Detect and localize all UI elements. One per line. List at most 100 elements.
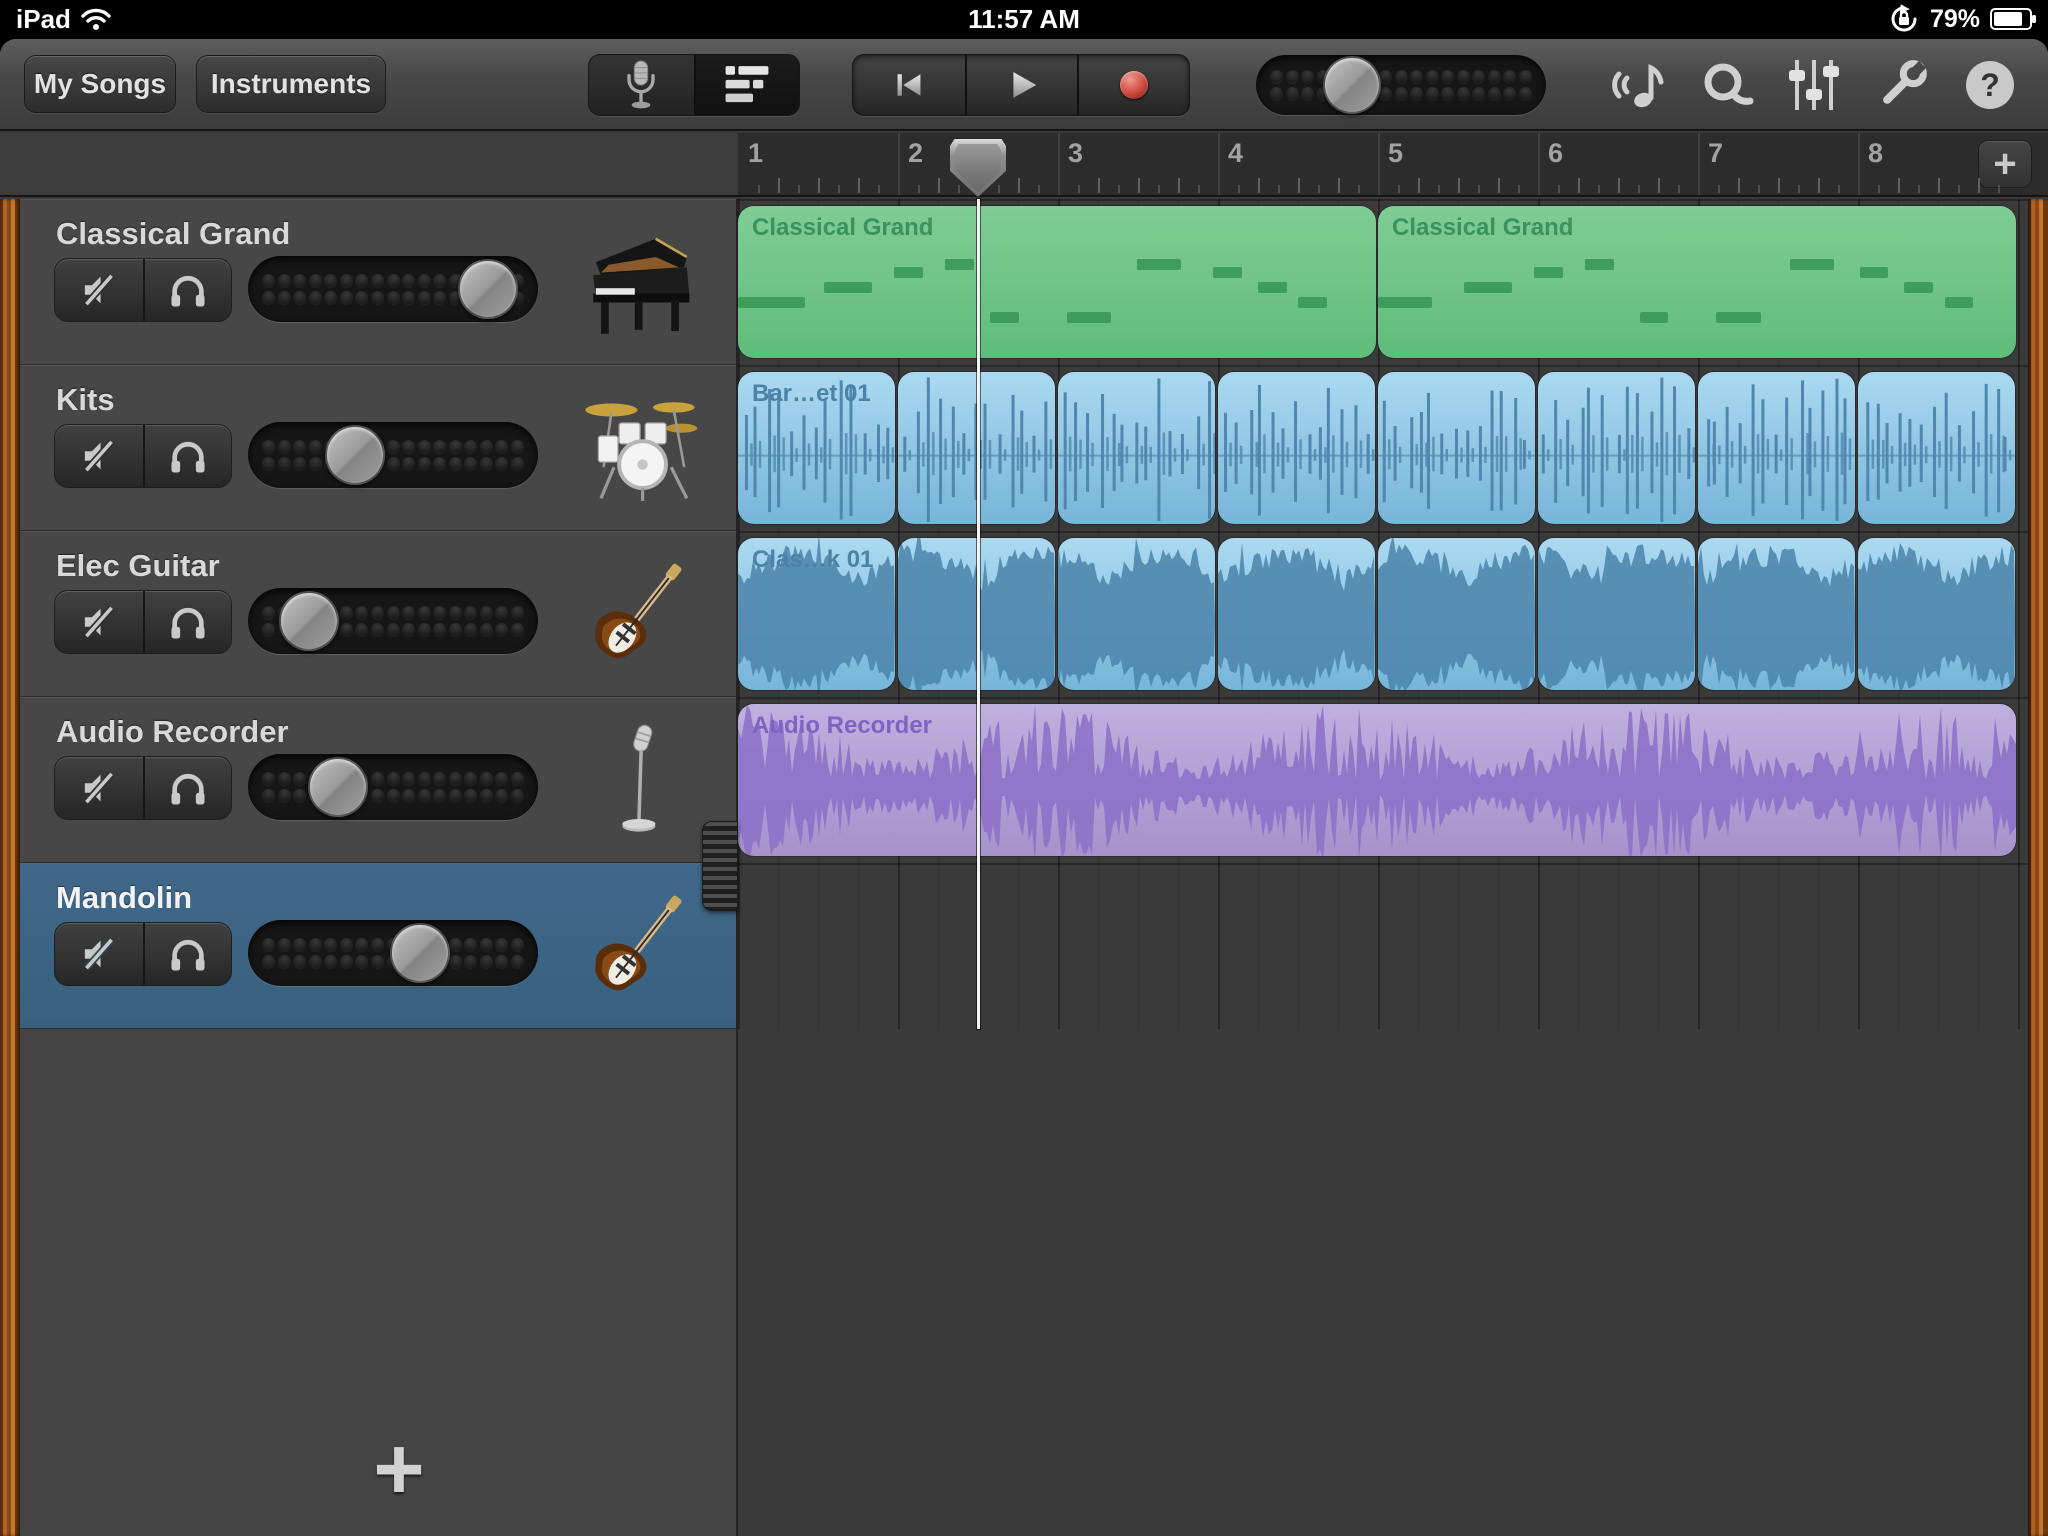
solo-button[interactable]: [143, 757, 231, 819]
bar-line: [1218, 133, 1220, 195]
microphone-icon: [621, 57, 661, 113]
ruler-tick: [1618, 178, 1620, 193]
track-name: Elec Guitar: [56, 548, 220, 584]
mute-button[interactable]: [55, 259, 143, 321]
audio-loop-region[interactable]: [1698, 538, 1855, 690]
ruler-tick: [1798, 185, 1800, 193]
mute-button[interactable]: [55, 425, 143, 487]
ruler-tick: [1038, 185, 1040, 193]
bar-number: 2: [908, 138, 923, 169]
help-button[interactable]: ?: [1946, 58, 2034, 112]
master-volume-slider[interactable]: [1256, 55, 1546, 115]
track-volume-knob[interactable]: [458, 259, 518, 319]
track-volume-slider[interactable]: [248, 920, 538, 986]
midi-note: [1716, 312, 1761, 323]
bar-line: [1858, 133, 1860, 195]
track-volume-knob[interactable]: [279, 591, 339, 651]
svg-text:?: ?: [1980, 67, 2000, 103]
ruler-tick: [1198, 185, 1200, 193]
track-volume-slider[interactable]: [248, 422, 538, 488]
ruler-tick: [1738, 178, 1740, 193]
ruler-tick: [918, 185, 920, 193]
bar-line: [1538, 133, 1540, 195]
instruments-button[interactable]: Instruments: [196, 55, 386, 113]
microphone-stand-icon: [570, 710, 710, 852]
apple-loops-button[interactable]: [1594, 56, 1682, 114]
play-button[interactable]: [965, 55, 1077, 115]
track-volume-knob[interactable]: [308, 757, 368, 817]
bar-number: 8: [1868, 138, 1883, 169]
my-songs-button[interactable]: My Songs: [24, 55, 176, 113]
record-view-button[interactable]: [589, 55, 694, 115]
midi-region[interactable]: Classical Grand: [738, 206, 1376, 358]
solo-button[interactable]: [143, 591, 231, 653]
audio-region[interactable]: Audio Recorder: [738, 704, 2016, 856]
mute-icon: [77, 268, 121, 312]
audio-loop-region[interactable]: [1378, 372, 1535, 524]
solo-button[interactable]: [143, 923, 231, 985]
timeline[interactable]: Classical GrandClassical GrandBar…et 01C…: [738, 199, 2028, 1029]
add-bars-button[interactable]: +: [1978, 140, 2032, 188]
midi-region[interactable]: Classical Grand: [1378, 206, 2016, 358]
track-volume-knob[interactable]: [325, 425, 385, 485]
jam-session-button[interactable]: [1682, 56, 1770, 114]
audio-loop-region[interactable]: [1538, 372, 1695, 524]
audio-loop-region[interactable]: [1538, 538, 1695, 690]
slider-dots: [262, 754, 524, 820]
track-volume-slider[interactable]: [248, 754, 538, 820]
ruler-tick: [1998, 185, 2000, 193]
solo-button[interactable]: [143, 425, 231, 487]
ruler-tick: [1438, 185, 1440, 193]
timeline-ruler[interactable]: + 12345678: [738, 133, 2048, 197]
audio-loop-region[interactable]: [1058, 538, 1215, 690]
ruler-tick: [1498, 178, 1500, 193]
midi-note: [1860, 267, 1889, 278]
audio-loop-region[interactable]: [1858, 538, 2015, 690]
track-header-elec-guitar[interactable]: Elec Guitar: [20, 531, 738, 697]
solo-button[interactable]: [143, 259, 231, 321]
add-track-button[interactable]: +: [40, 1409, 758, 1529]
ruler-tick: [858, 178, 860, 193]
rewind-button[interactable]: [853, 55, 965, 115]
track-volume-slider[interactable]: [248, 588, 538, 654]
midi-note: [738, 297, 805, 308]
track-header-resize-handle[interactable]: [702, 821, 738, 911]
track-header-kits[interactable]: Kits: [20, 365, 738, 531]
track-header-mandolin[interactable]: Mandolin: [20, 863, 738, 1029]
audio-loop-region[interactable]: [1858, 372, 2015, 524]
ruler-tick: [1938, 178, 1940, 193]
tracks-area: Classical Grand: [0, 199, 2048, 1536]
master-volume-knob[interactable]: [1323, 56, 1381, 114]
mute-solo-group: [54, 258, 232, 322]
track-volume-slider[interactable]: [248, 256, 538, 322]
midi-note: [894, 267, 923, 278]
audio-loop-region[interactable]: [1218, 538, 1375, 690]
record-button[interactable]: [1077, 55, 1189, 115]
mute-button[interactable]: [55, 757, 143, 819]
region-label: Classical Grand: [1392, 214, 1573, 242]
audio-loop-region[interactable]: [1698, 372, 1855, 524]
audio-loop-region[interactable]: [1058, 372, 1215, 524]
bar-number: 6: [1548, 138, 1563, 169]
audio-loop-region[interactable]: [1378, 538, 1535, 690]
loop-icon: [1697, 56, 1755, 114]
mute-button[interactable]: [55, 923, 143, 985]
audio-loop-region[interactable]: [1218, 372, 1375, 524]
audio-loop-region[interactable]: Bar…et 01: [738, 372, 895, 524]
playhead-line[interactable]: [977, 199, 980, 1029]
bar-number: 4: [1228, 138, 1243, 169]
mute-button[interactable]: [55, 591, 143, 653]
track-view-button[interactable]: [694, 55, 799, 115]
track-header-audio-recorder[interactable]: Audio Recorder: [20, 697, 738, 863]
mute-icon: [77, 600, 121, 644]
mixer-button[interactable]: [1770, 56, 1858, 114]
mute-solo-group: [54, 590, 232, 654]
track-volume-knob[interactable]: [390, 923, 450, 983]
ruler-tick: [1158, 185, 1160, 193]
rewind-icon: [887, 65, 931, 105]
track-header-classical-grand[interactable]: Classical Grand: [20, 199, 738, 365]
grand-piano-icon: [570, 212, 710, 354]
audio-loop-region[interactable]: Clas…k 01: [738, 538, 895, 690]
apple-loops-icon: [1607, 56, 1669, 114]
song-settings-button[interactable]: [1858, 56, 1946, 114]
